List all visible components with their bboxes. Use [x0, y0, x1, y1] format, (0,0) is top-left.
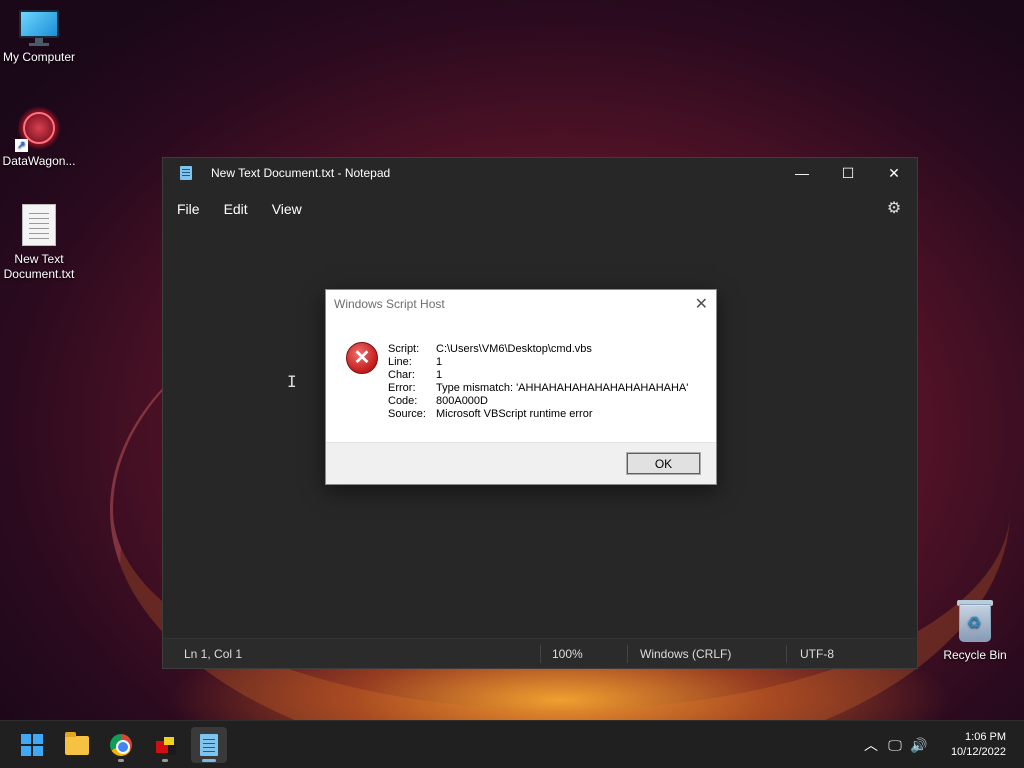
maximize-button[interactable]: ☐ — [825, 158, 871, 188]
ok-button[interactable]: OK — [626, 452, 701, 475]
detail-row-script: Script: C:\Users\VM6\Desktop\cmd.vbs — [388, 343, 688, 356]
system-tray: ︿ 🖵 🔊 — [860, 721, 930, 768]
detail-row-error: Error: Type mismatch: 'AHHAHAHAHAHAHAHAH… — [388, 382, 688, 395]
status-divider — [627, 645, 628, 663]
title-bar[interactable]: New Text Document.txt - Notepad — ☐ ✕ — [163, 158, 917, 188]
detail-key: Code: — [388, 395, 418, 407]
dialog-title: Windows Script Host — [334, 297, 445, 311]
detail-key: Script: — [388, 343, 420, 355]
script-host-dialog: Windows Script Host ✕ ✕ Script: C:\Users… — [325, 289, 717, 485]
menu-edit[interactable]: Edit — [212, 201, 260, 217]
notepad-icon — [180, 166, 192, 180]
clock-date: 10/12/2022 — [950, 746, 1006, 758]
desktop-icon-label: Recycle Bin — [943, 648, 1007, 662]
chevron-up-icon[interactable]: ︿ — [860, 735, 882, 755]
desktop-icon-label: DataWagon... — [2, 154, 76, 168]
detail-row-char: Char: 1 — [388, 369, 688, 382]
detail-row-code: Code: 800A000D — [388, 395, 688, 408]
datawagon-shortcut-icon: ↗ — [15, 105, 63, 152]
start-button[interactable] — [14, 727, 50, 763]
recycle-bin-icon: ♻ — [955, 598, 995, 642]
running-indicator — [162, 759, 168, 762]
volume-icon[interactable]: 🔊 — [908, 737, 930, 754]
status-encoding: UTF-8 — [800, 647, 834, 661]
monitor-icon — [17, 10, 61, 46]
error-icon: ✕ — [346, 342, 378, 374]
menu-bar: File Edit View ⚙ — [163, 188, 917, 230]
running-indicator — [118, 759, 124, 762]
taskbar-chrome[interactable] — [103, 727, 139, 763]
taskbar-tool-app[interactable] — [147, 727, 183, 763]
status-position: Ln 1, Col 1 — [184, 647, 243, 661]
tool-app-icon — [154, 735, 176, 755]
error-details: Script: C:\Users\VM6\Desktop\cmd.vbs Lin… — [388, 343, 688, 421]
detail-value: C:\Users\VM6\Desktop\cmd.vbs — [436, 343, 592, 355]
desktop-icon-label: New Text Document.txt — [3, 252, 75, 281]
desktop-icon-my-computer[interactable]: My Computer — [0, 10, 78, 65]
window-title: New Text Document.txt - Notepad — [211, 166, 391, 180]
clock-time: 1:06 PM — [965, 731, 1006, 743]
text-document-icon — [22, 204, 56, 246]
detail-value: Type mismatch: 'AHHAHAHAHAHAHAHAHAHAHA' — [436, 382, 689, 394]
close-icon[interactable]: ✕ — [695, 294, 708, 314]
status-line-ending: Windows (CRLF) — [640, 647, 732, 661]
taskbar: ︿ 🖵 🔊 1:06 PM 10/12/2022 — [0, 720, 1024, 768]
status-divider — [540, 645, 541, 663]
detail-value: 1 — [436, 356, 443, 368]
detail-value: 1 — [436, 369, 443, 381]
detail-row-source: Source: Microsoft VBScript runtime error — [388, 408, 688, 421]
menu-view[interactable]: View — [260, 201, 314, 217]
notepad-icon — [200, 734, 218, 756]
chrome-icon — [110, 734, 132, 756]
taskbar-notepad[interactable] — [191, 727, 227, 763]
detail-value: 800A000D — [436, 395, 488, 407]
detail-key: Source: — [388, 408, 426, 420]
desktop-icon-label: My Computer — [2, 50, 76, 64]
gear-icon[interactable]: ⚙ — [885, 200, 903, 218]
detail-key: Char: — [388, 369, 415, 381]
desktop-icon-datawagon[interactable]: ↗ DataWagon... — [0, 105, 78, 169]
network-icon[interactable]: 🖵 — [882, 737, 908, 754]
status-divider — [786, 645, 787, 663]
status-zoom: 100% — [552, 647, 583, 661]
taskbar-file-explorer[interactable] — [59, 727, 95, 763]
start-icon — [21, 734, 43, 756]
minimize-button[interactable]: — — [779, 158, 825, 188]
desktop-icon-recycle-bin[interactable]: ♻ Recycle Bin — [936, 598, 1014, 663]
desktop-icon-new-text-document[interactable]: New Text Document.txt — [0, 204, 78, 282]
clock[interactable]: 1:06 PM 10/12/2022 — [951, 730, 1006, 760]
detail-value: Microsoft VBScript runtime error — [436, 408, 593, 420]
detail-row-line: Line: 1 — [388, 356, 688, 369]
menu-file[interactable]: File — [165, 201, 212, 217]
detail-key: Error: — [388, 382, 416, 394]
close-button[interactable]: ✕ — [871, 158, 917, 188]
detail-key: Line: — [388, 356, 412, 368]
ibeam-cursor-icon: I — [287, 372, 297, 391]
dialog-footer: OK — [326, 442, 716, 484]
file-explorer-icon — [65, 731, 89, 755]
running-indicator — [202, 759, 216, 762]
status-bar: Ln 1, Col 1 100% Windows (CRLF) UTF-8 — [163, 638, 917, 668]
